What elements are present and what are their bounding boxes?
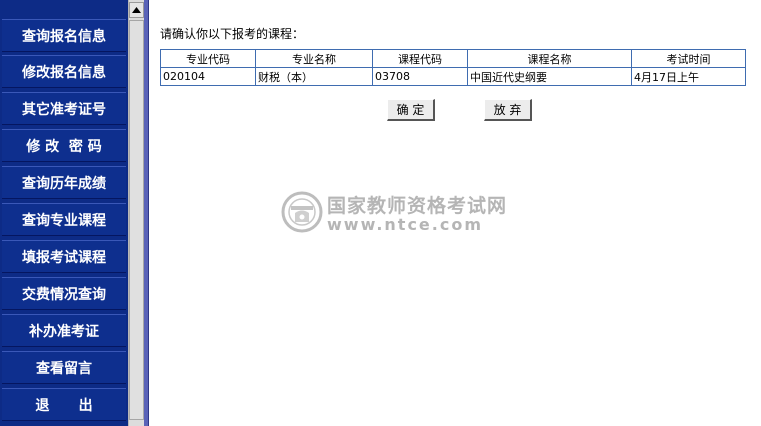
header-major-name: 专业名称	[255, 49, 373, 68]
arrow-up-icon	[132, 7, 141, 13]
cell-course-code: 03708	[372, 67, 468, 86]
cell-major-code: 020104	[160, 67, 256, 86]
confirm-prompt: 请确认你以下报考的课程：	[160, 27, 305, 41]
cell-major-name: 财税（本）	[255, 67, 373, 86]
abandon-button[interactable]: 放 弃	[484, 99, 532, 121]
nav-edit-registration[interactable]: 修改报名信息	[2, 55, 126, 88]
watermark: 国家教师资格考试网 www.ntce.com	[281, 189, 621, 239]
cell-exam-time: 4月17日上午	[631, 67, 746, 86]
nav-query-scores[interactable]: 查询历年成绩	[2, 166, 126, 199]
course-table: 专业代码 专业名称 课程代码 课程名称 考试时间 020104 财税（本） 03…	[160, 49, 746, 86]
sidebar-scrollbar[interactable]	[128, 0, 144, 426]
header-major-code: 专业代码	[160, 49, 256, 68]
ntce-logo-icon	[281, 191, 323, 233]
nav-register-exam-courses[interactable]: 填报考试课程	[2, 240, 126, 273]
nav-query-registration[interactable]: 查询报名信息	[2, 19, 126, 52]
nav-query-major-courses[interactable]: 查询专业课程	[2, 203, 126, 236]
watermark-title: 国家教师资格考试网	[327, 195, 508, 217]
header-exam-time: 考试时间	[631, 49, 746, 68]
header-course-code: 课程代码	[372, 49, 468, 68]
sidebar-nav: 查询报名信息 修改报名信息 其它准考证号 修 改 密 码 查询历年成绩 查询专业…	[0, 0, 128, 426]
table-header-row: 专业代码 专业名称 课程代码 课程名称 考试时间	[160, 49, 746, 68]
watermark-url: www.ntce.com	[327, 215, 483, 234]
nav-view-messages[interactable]: 查看留言	[2, 351, 126, 384]
scroll-up-button[interactable]	[129, 2, 144, 18]
nav-change-password[interactable]: 修 改 密 码	[2, 129, 126, 162]
table-row: 020104 财税（本） 03708 中国近代史纲要 4月17日上午	[160, 67, 746, 86]
scroll-thumb[interactable]	[129, 20, 144, 420]
nav-exit[interactable]: 退 出	[2, 388, 126, 421]
nav-reissue-ticket[interactable]: 补办准考证	[2, 314, 126, 347]
header-course-name: 课程名称	[467, 49, 632, 68]
cell-course-name: 中国近代史纲要	[467, 67, 632, 86]
nav-other-ticket-number[interactable]: 其它准考证号	[2, 92, 126, 125]
main-content: 请确认你以下报考的课程： 专业代码 专业名称 课程代码 课程名称 考试时间 02…	[149, 0, 761, 426]
nav-payment-query[interactable]: 交费情况查询	[2, 277, 126, 310]
confirm-button[interactable]: 确 定	[387, 99, 435, 121]
